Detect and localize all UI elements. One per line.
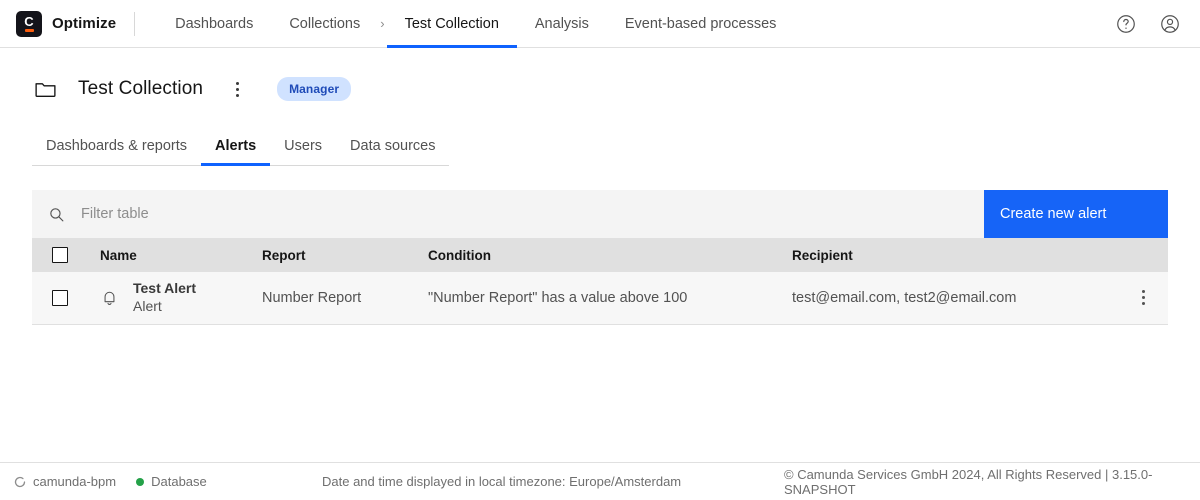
search-area: [32, 190, 984, 238]
column-header-condition[interactable]: Condition: [412, 238, 776, 272]
table-toolbar: Create new alert: [32, 190, 1168, 238]
column-header-report-label: Report: [246, 248, 306, 263]
row-menu-icon[interactable]: [1118, 286, 1168, 310]
page-title: Test Collection: [78, 78, 203, 100]
app-header: C Optimize Dashboards Collections › Test…: [0, 0, 1200, 48]
column-header-report[interactable]: Report: [246, 238, 412, 272]
alert-name: Test Alert: [133, 280, 196, 298]
help-icon[interactable]: [1114, 12, 1138, 36]
timezone-note: Date and time displayed in local timezon…: [322, 474, 681, 489]
nav-item-collections[interactable]: Collections: [271, 0, 378, 48]
alert-subtitle: Alert: [133, 298, 196, 316]
alert-name-group: Test Alert Alert: [84, 280, 246, 316]
user-avatar-icon[interactable]: [1158, 12, 1182, 36]
table-body: Test Alert Alert Number Report "Number R…: [32, 272, 1168, 324]
tab-dashboards-and-reports[interactable]: Dashboards & reports: [32, 138, 201, 166]
copyright-text: © Camunda Services GmbH 2024, All Rights…: [784, 467, 1200, 497]
alert-condition: "Number Report" has a value above 100: [412, 290, 687, 306]
search-icon: [48, 206, 65, 223]
column-header-recipient[interactable]: Recipient: [776, 238, 1096, 272]
row-select-cell: [32, 272, 84, 324]
table-header: Name Report Condition Recipient: [32, 238, 1168, 272]
column-header-condition-label: Condition: [412, 248, 491, 263]
database-label: Database: [151, 474, 207, 489]
tab-users[interactable]: Users: [270, 138, 336, 166]
search-input[interactable]: [81, 190, 984, 238]
nav-item-test-collection[interactable]: Test Collection: [387, 0, 517, 48]
row-checkbox[interactable]: [52, 290, 68, 306]
collection-menu-icon[interactable]: [225, 76, 249, 102]
select-all-header: [32, 238, 84, 272]
alert-report: Number Report: [246, 290, 361, 306]
row-recipient-cell: test@email.com, test2@email.com: [776, 272, 1096, 324]
alert-name-text: Test Alert Alert: [133, 280, 196, 316]
alerts-table: Name Report Condition Recipient: [32, 238, 1168, 325]
engine-status: camunda-bpm: [14, 474, 116, 489]
logo-letter: C: [24, 16, 33, 27]
nav-item-dashboards[interactable]: Dashboards: [157, 0, 271, 48]
tab-alerts[interactable]: Alerts: [201, 138, 270, 166]
green-status-dot-icon: [136, 478, 144, 486]
row-report-cell: Number Report: [246, 272, 412, 324]
role-badge: Manager: [277, 77, 351, 101]
column-header-name[interactable]: Name: [84, 238, 246, 272]
brand-logo-area[interactable]: C Optimize: [0, 0, 134, 47]
create-new-alert-button[interactable]: Create new alert: [984, 190, 1168, 238]
collection-header: Test Collection Manager: [0, 58, 1200, 120]
tab-data-sources[interactable]: Data sources: [336, 138, 449, 166]
column-header-name-label: Name: [84, 248, 137, 263]
nav-item-analysis[interactable]: Analysis: [517, 0, 607, 48]
breadcrumb-chevron-icon: ›: [378, 0, 386, 48]
row-actions-cell: [1096, 272, 1168, 324]
header-divider: [134, 12, 135, 36]
database-status: Database: [136, 474, 207, 489]
column-header-actions: [1096, 238, 1168, 272]
collection-tabs: Dashboards & reports Alerts Users Data s…: [0, 128, 1200, 166]
app-footer: camunda-bpm Database Date and time displ…: [0, 462, 1200, 500]
header-actions: [1114, 12, 1200, 36]
row-condition-cell: "Number Report" has a value above 100: [412, 272, 776, 324]
nav-item-event-based-processes[interactable]: Event-based processes: [607, 0, 795, 48]
alert-recipient: test@email.com, test2@email.com: [776, 290, 1016, 306]
refresh-spinner-icon: [14, 476, 26, 488]
folder-icon: [32, 76, 58, 102]
table-row[interactable]: Test Alert Alert Number Report "Number R…: [32, 272, 1168, 324]
main-navigation: Dashboards Collections › Test Collection…: [157, 0, 794, 48]
select-all-checkbox[interactable]: [52, 247, 68, 263]
bell-icon: [100, 288, 119, 307]
alerts-table-container: Create new alert Name Report Condition R…: [32, 190, 1168, 325]
camunda-logo-icon: C: [16, 11, 42, 37]
table-header-row: Name Report Condition Recipient: [32, 238, 1168, 272]
row-name-cell: Test Alert Alert: [84, 272, 246, 324]
engine-name: camunda-bpm: [33, 474, 116, 489]
column-header-recipient-label: Recipient: [776, 248, 853, 263]
app-title: Optimize: [52, 15, 116, 32]
footer-status-group: camunda-bpm Database: [0, 474, 207, 489]
logo-orange-bar: [25, 29, 34, 32]
